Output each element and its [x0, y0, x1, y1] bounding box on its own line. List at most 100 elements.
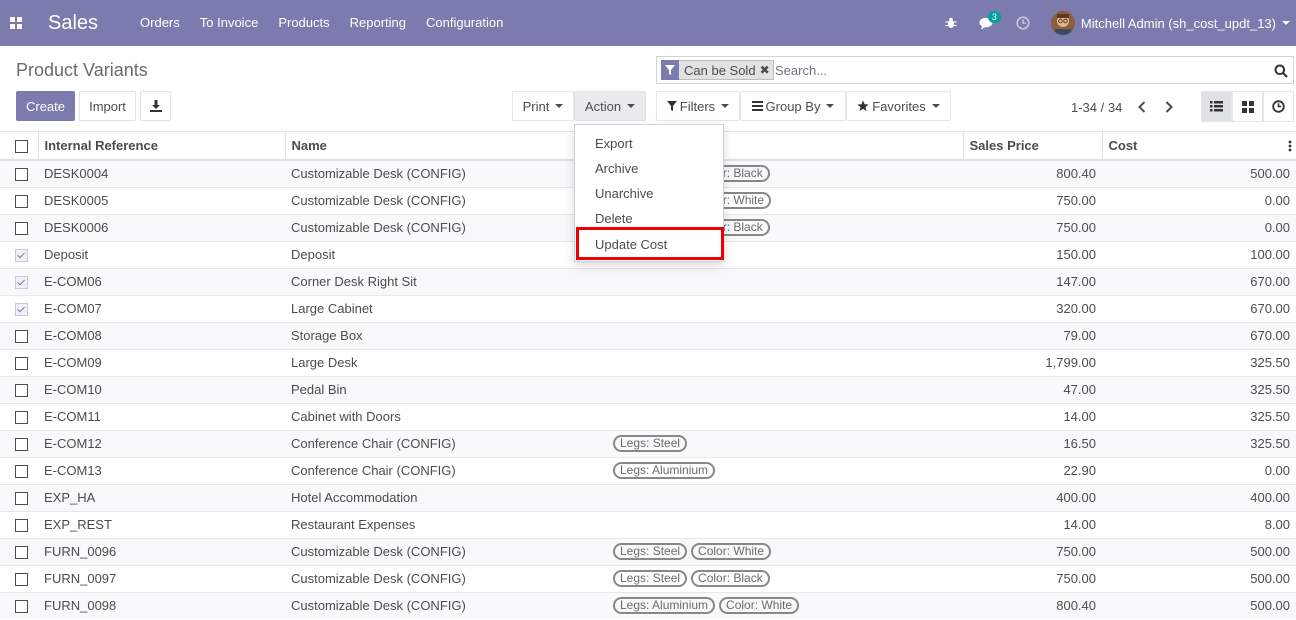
row-select-cell[interactable]	[0, 537, 38, 565]
cell-internal-reference: E-COM09	[38, 348, 285, 376]
row-checkbox[interactable]	[15, 465, 28, 479]
kanban-view-icon[interactable]	[1232, 91, 1263, 122]
apps-menu-icon[interactable]	[0, 0, 32, 46]
search-icon[interactable]	[1271, 61, 1291, 81]
activity-view-icon[interactable]	[1263, 91, 1294, 122]
row-checkbox[interactable]	[15, 249, 28, 263]
pager-value[interactable]: 1-34 / 34	[1071, 100, 1122, 115]
row-checkbox[interactable]	[15, 519, 28, 533]
row-checkbox[interactable]	[15, 330, 28, 344]
cell-name: Conference Chair (CONFIG)	[285, 456, 611, 484]
action-archive[interactable]: Archive	[575, 156, 723, 181]
table-row[interactable]: E-COM09 Large Desk 1,799.00 325.50	[0, 348, 1296, 376]
action-unarchive[interactable]: Unarchive	[575, 181, 723, 206]
row-select-cell[interactable]	[0, 267, 38, 295]
optional-columns-icon[interactable]	[1288, 140, 1292, 152]
row-checkbox[interactable]	[15, 303, 28, 317]
column-internal-reference[interactable]: Internal Reference	[37, 132, 285, 161]
column-sales-price[interactable]: Sales Price	[962, 132, 1102, 161]
favorites-dropdown-button[interactable]: Favorites	[846, 91, 951, 121]
cell-sales-price: 800.40	[963, 159, 1102, 187]
row-select-cell[interactable]	[0, 186, 38, 214]
export-all-button[interactable]	[140, 91, 171, 121]
groupby-label: Group By	[765, 98, 821, 114]
user-menu[interactable]: Mitchell Admin (sh_cost_updt_13)	[1050, 11, 1296, 35]
action-export[interactable]: Export	[575, 131, 723, 156]
table-row[interactable]: FURN_0096 Customizable Desk (CONFIG) Legs:…	[0, 537, 1296, 565]
row-checkbox[interactable]	[15, 168, 28, 182]
action-dropdown-button[interactable]: Action	[574, 91, 646, 121]
table-row[interactable]: E-COM12 Conference Chair (CONFIG) Legs: St…	[0, 429, 1296, 457]
column-name[interactable]: Name	[284, 132, 611, 161]
cell-sales-price: 22.90	[963, 456, 1102, 484]
row-checkbox[interactable]	[15, 438, 28, 452]
import-button[interactable]: Import	[79, 91, 136, 121]
cell-internal-reference: E-COM13	[38, 456, 285, 484]
select-all-checkbox[interactable]	[15, 140, 28, 154]
table-row[interactable]: EXP_HA Hotel Accommodation 400.00 400.00	[0, 483, 1296, 511]
row-select-cell[interactable]	[0, 591, 38, 619]
facet-remove-icon[interactable]: ✖	[760, 63, 773, 77]
row-select-cell[interactable]	[0, 321, 38, 349]
table-row[interactable]: E-COM08 Storage Box 79.00 670.00	[0, 321, 1296, 349]
menu-to-invoice[interactable]: To Invoice	[190, 0, 269, 46]
table-row[interactable]: E-COM11 Cabinet with Doors 14.00 325.50	[0, 402, 1296, 430]
create-button[interactable]: Create	[16, 91, 75, 121]
row-checkbox[interactable]	[15, 600, 28, 614]
groupby-dropdown-button[interactable]: Group By	[740, 91, 846, 121]
table-row[interactable]: E-COM13 Conference Chair (CONFIG) Legs: Al…	[0, 456, 1296, 484]
activity-clock-icon[interactable]	[1005, 0, 1041, 46]
row-select-cell[interactable]	[0, 483, 38, 511]
row-checkbox[interactable]	[15, 276, 28, 290]
column-cost[interactable]: Cost	[1101, 132, 1296, 161]
row-select-cell[interactable]	[0, 348, 38, 376]
table-row[interactable]: E-COM10 Pedal Bin 47.00 325.50	[0, 375, 1296, 403]
row-checkbox[interactable]	[15, 546, 28, 560]
row-select-cell[interactable]	[0, 213, 38, 241]
filters-dropdown-button[interactable]: Filters	[656, 91, 740, 121]
debug-bug-icon[interactable]	[933, 0, 969, 46]
table-row[interactable]: E-COM06 Corner Desk Right Sit 147.00 670.00	[0, 267, 1296, 295]
search-input[interactable]	[775, 57, 1255, 83]
row-select-cell[interactable]	[0, 240, 38, 268]
row-select-cell[interactable]	[0, 456, 38, 484]
menu-configuration[interactable]: Configuration	[416, 0, 513, 46]
row-checkbox[interactable]	[15, 222, 28, 236]
row-select-cell[interactable]	[0, 564, 38, 592]
menu-products[interactable]: Products	[268, 0, 339, 46]
cell-name: Hotel Accommodation	[285, 483, 611, 511]
table-row[interactable]: E-COM07 Large Cabinet 320.00 670.00	[0, 294, 1296, 322]
pager-previous-icon[interactable]	[1132, 94, 1152, 120]
app-brand[interactable]: Sales	[48, 12, 98, 35]
cell-cost: 0.00	[1102, 213, 1296, 241]
row-checkbox[interactable]	[15, 357, 28, 371]
row-checkbox[interactable]	[15, 195, 28, 209]
print-dropdown-button[interactable]: Print	[512, 91, 574, 121]
cell-internal-reference: EXP_HA	[38, 483, 285, 511]
row-checkbox[interactable]	[15, 384, 28, 398]
list-view-icon[interactable]	[1201, 91, 1232, 122]
cell-internal-reference: DESK0004	[38, 159, 285, 187]
table-row[interactable]: EXP_REST Restaurant Expenses 14.00 8.00	[0, 510, 1296, 538]
cell-attributes: Legs: Aluminium	[611, 456, 963, 484]
row-checkbox[interactable]	[15, 573, 28, 587]
cell-cost: 670.00	[1102, 294, 1296, 322]
cell-sales-price: 14.00	[963, 510, 1102, 538]
table-row[interactable]: FURN_0098 Customizable Desk (CONFIG) Legs:…	[0, 591, 1296, 619]
menu-reporting[interactable]: Reporting	[340, 0, 416, 46]
row-select-cell[interactable]	[0, 159, 38, 187]
row-select-cell[interactable]	[0, 402, 38, 430]
select-all-header[interactable]	[0, 132, 38, 161]
cell-name: Deposit	[285, 240, 611, 268]
pager-next-icon[interactable]	[1159, 94, 1179, 120]
row-select-cell[interactable]	[0, 294, 38, 322]
row-checkbox[interactable]	[15, 492, 28, 506]
row-select-cell[interactable]	[0, 510, 38, 538]
menu-orders[interactable]: Orders	[130, 0, 190, 46]
search-facet: Can be Sold ✖	[661, 59, 774, 80]
row-select-cell[interactable]	[0, 375, 38, 403]
messaging-icon[interactable]: 3	[969, 0, 1005, 46]
row-select-cell[interactable]	[0, 429, 38, 457]
table-row[interactable]: FURN_0097 Customizable Desk (CONFIG) Legs:…	[0, 564, 1296, 592]
row-checkbox[interactable]	[15, 411, 28, 425]
